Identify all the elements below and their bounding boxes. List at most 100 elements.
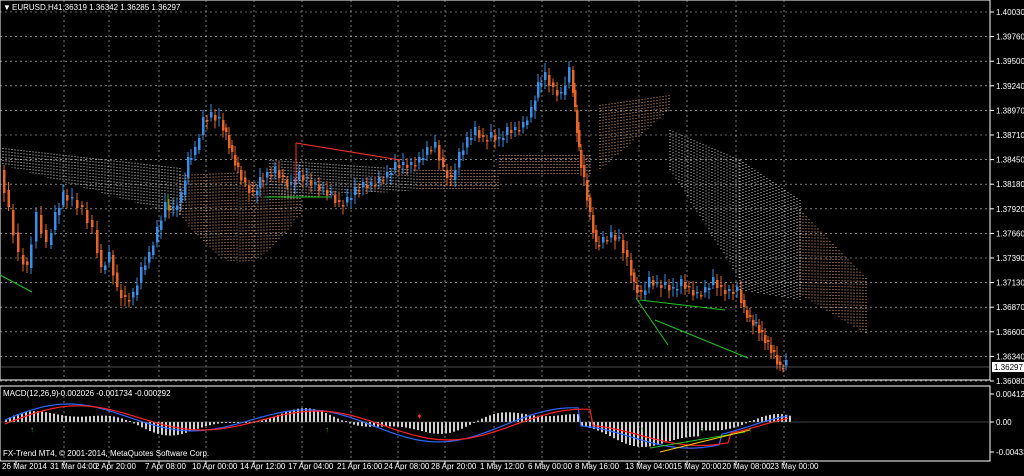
candle-body [290, 182, 293, 184]
macd-histogram-bar [761, 416, 763, 422]
candle-body [656, 282, 659, 284]
macd-histogram-bar [29, 411, 31, 422]
candle-body [522, 122, 525, 128]
candle-body [680, 279, 683, 286]
macd-histogram-bar [493, 414, 495, 422]
macd-histogram-bar [461, 422, 463, 429]
price-tick-label: 1.39240 [996, 82, 1024, 91]
candle-body [346, 197, 349, 203]
macd-histogram-bar [465, 422, 467, 427]
time-tick-label: 24 Apr 08:00 [384, 462, 430, 471]
candle-body [194, 147, 197, 155]
macd-histogram-bar [61, 415, 63, 422]
candle-body [704, 287, 707, 293]
candle-body [498, 137, 501, 139]
macd-histogram-bar [449, 422, 451, 433]
macd-histogram-bar [337, 418, 339, 422]
candle-body [761, 330, 764, 332]
candle-body [244, 177, 247, 182]
current-price-label: 1.36297 [994, 363, 1023, 372]
candle-body [40, 215, 43, 233]
time-tick-label: 20 May 08:00 [722, 462, 771, 471]
price-tick-label: 1.36870 [996, 303, 1024, 312]
macd-histogram-bar [629, 422, 631, 446]
macd-histogram-bar [697, 422, 699, 437]
candle-body [394, 162, 397, 170]
candle-body [418, 157, 421, 163]
candle-body [184, 180, 187, 195]
candle-body [187, 157, 190, 178]
macd-histogram-bar [469, 422, 471, 425]
candle-body [602, 237, 605, 243]
macd-histogram-bar [209, 422, 211, 426]
candle-body [128, 300, 131, 302]
candle-body [692, 290, 695, 296]
macd-signal-arrow: ↑ [30, 425, 34, 434]
time-tick-label: 15 May 20:00 [673, 462, 722, 471]
macd-histogram-bar [561, 415, 563, 422]
candle-body [390, 173, 393, 175]
candle-body [270, 175, 273, 177]
metatrader-chart-window[interactable]: ↑ ↑ ✦ ↑ ↑ ↑ 1.40030 1.39760 1.39500 1.39240 1.389… [0, 0, 1024, 471]
macd-histogram-bar [737, 422, 739, 427]
macd-histogram-bar [613, 422, 615, 439]
macd-histogram-bar [45, 412, 47, 422]
candle-body [132, 292, 135, 298]
candle-body [338, 200, 341, 202]
candle-body [568, 67, 571, 83]
copyright-text: FX-Trend MT4, © 2001-2014, MetaQuotes So… [3, 449, 209, 458]
candle-body [732, 292, 735, 294]
macd-histogram-bar [685, 422, 687, 438]
candle-body [176, 205, 179, 210]
macd-histogram-bar [717, 422, 719, 431]
price-axis: 1.40030 1.39760 1.39500 1.39240 1.38970 1.387… [990, 8, 1024, 457]
macd-histogram-bar [393, 422, 395, 427]
macd-histogram-bar [41, 411, 43, 422]
macd-histogram-bar [117, 417, 119, 422]
candle-body [540, 83, 543, 85]
macd-histogram-bar [425, 422, 427, 433]
macd-histogram-bar [557, 415, 559, 422]
price-tick-label: 1.37920 [996, 205, 1024, 214]
candle-body [422, 158, 425, 160]
macd-histogram-bar [405, 422, 407, 428]
macd-histogram-bar [769, 414, 771, 422]
candle-body [474, 127, 477, 135]
price-tick-label: 1.37130 [996, 279, 1024, 288]
candle-body [286, 180, 289, 186]
candle-body [676, 289, 679, 291]
candle-body [81, 205, 84, 207]
macd-histogram-bar [137, 422, 139, 426]
candle-body [374, 185, 377, 187]
candle-body [306, 177, 309, 179]
macd-histogram-bar [397, 422, 399, 427]
trendline [639, 299, 726, 311]
candle-body [256, 190, 259, 195]
macd-indicator: ↑ ↑ ✦ ↑ ↑ ↑ [0, 403, 990, 453]
candle-body [334, 195, 337, 203]
candle-body [252, 190, 255, 192]
candle-body [58, 208, 61, 215]
candle-body [298, 172, 301, 180]
macd-histogram-bar [109, 415, 111, 422]
candle-body [576, 110, 579, 133]
price-chart[interactable]: ↑ ↑ ✦ ↑ ↑ ↑ 1.40030 1.39760 1.39500 1.39240 1.389… [0, 0, 1024, 471]
macd-signal-arrow: ↑ [325, 425, 329, 434]
candle-body [514, 127, 517, 130]
time-tick-label: 7 Apr 08:00 [145, 462, 186, 471]
candle-body [50, 233, 53, 245]
candle-body [54, 212, 57, 230]
candle-body [618, 237, 621, 239]
price-tick-label: 1.38970 [996, 106, 1024, 115]
candle-body [640, 290, 643, 292]
macd-histogram-bar [617, 422, 619, 441]
price-tick-label: 1.37390 [996, 254, 1024, 263]
candle-body [684, 282, 687, 289]
candle-body [354, 187, 357, 195]
candle-body [779, 361, 782, 365]
ichimoku-cloud [2, 95, 867, 334]
candle-body [494, 135, 497, 141]
candle-body [724, 290, 727, 294]
candle-body [736, 287, 739, 291]
candle-body [164, 202, 167, 218]
